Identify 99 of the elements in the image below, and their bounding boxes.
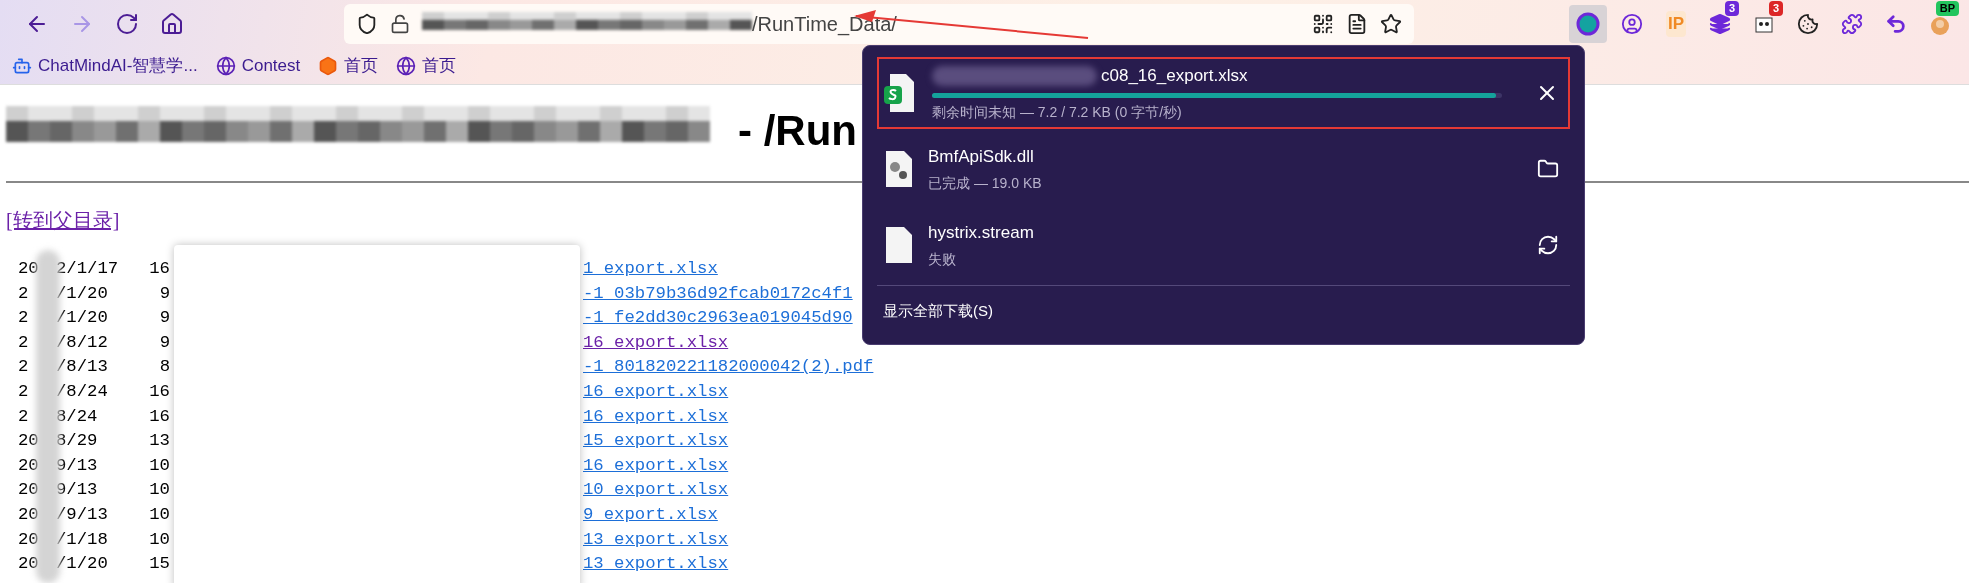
size-cell-text: 10 <box>148 503 170 526</box>
address-bar[interactable]: /RunTime_Data/ <box>344 4 1414 44</box>
bookmark-item[interactable]: 首页 <box>396 53 457 79</box>
download-status: 失败 <box>928 250 957 270</box>
download-item[interactable]: hystrix.stream 失败 <box>877 209 1570 281</box>
date-cell-text: 20 <box>17 454 40 477</box>
file-link[interactable]: 16_export.xlsx <box>583 453 729 479</box>
bookmark-label: 首页 <box>422 55 457 78</box>
file-name: c08_16_export.xlsx <box>932 63 1517 89</box>
date-cell-text: 2/1/17 <box>56 258 120 280</box>
date-cell-text: 2 <box>17 282 30 305</box>
ip-label: IP <box>1665 11 1687 37</box>
insecure-lock-icon <box>390 14 410 34</box>
settings-file-icon <box>884 149 914 189</box>
bookmark-label: ChatMindAI-智慧学... <box>38 55 198 78</box>
bookmark-label: 首页 <box>344 55 379 78</box>
date-cell-text: /8/13 <box>56 356 109 379</box>
puzzle-icon <box>1841 13 1863 35</box>
file-link[interactable]: 16_export.xlsx <box>583 330 729 356</box>
hexagon-icon <box>318 56 339 76</box>
file-link[interactable]: -1_801820221182000042(2).pdf <box>583 355 874 380</box>
date-cell-text: /8/12 <box>56 331 109 354</box>
size-cell-text: 10 <box>148 479 170 502</box>
download-item[interactable]: BmfApiSdk.dll 已完成 — 19.0 KB <box>877 133 1570 205</box>
size-cell-text: 9 <box>158 331 170 354</box>
date-cell-text: 20 <box>17 258 40 280</box>
date-cell-text: 20 <box>17 553 40 576</box>
file-link[interactable]: 15_export.xlsx <box>583 429 729 454</box>
size-cell-text: 15 <box>148 553 170 576</box>
size-cell-text: 13 <box>148 430 170 453</box>
reload-icon <box>114 12 139 36</box>
file-link[interactable]: 13_export.xlsx <box>583 552 729 577</box>
size-cell-text: 10 <box>148 528 170 551</box>
download-status: 已完成 — 19.0 KB <box>928 174 1043 194</box>
date-cell-text: 20 <box>17 430 40 453</box>
size-cell-text: 16 <box>148 405 170 428</box>
file-link[interactable]: 16_export.xlsx <box>583 379 729 405</box>
date-cell-text: /1/20 <box>56 307 109 330</box>
show-all-downloads-button[interactable]: 显示全部下载(S) <box>877 296 999 327</box>
date-cell-text: 2 <box>17 307 30 330</box>
date-cell-text: /8/24 <box>56 380 109 403</box>
file-link[interactable]: 16_export.xlsx <box>583 404 729 430</box>
date-cell-text: /1/18 <box>56 528 109 551</box>
bookmark-item[interactable]: 首页 <box>318 53 379 79</box>
cookie-icon <box>1797 13 1819 35</box>
parent-directory-link[interactable]: [转到父目录] <box>6 205 120 235</box>
date-cell-text: 2 <box>17 380 30 403</box>
page-heading: - /Run <box>738 105 857 156</box>
file-link[interactable]: -1_fe2dd30c2963ea019045d90 <box>583 306 853 331</box>
date-cell-text: 8/29 <box>56 430 99 453</box>
date-cell-text: 8/24 <box>56 405 99 428</box>
date-cell-text: /1/20 <box>56 553 109 576</box>
file-name: hystrix.stream <box>928 221 1035 244</box>
date-cell-text: 2 <box>17 331 30 354</box>
date-cell-text: 20 <box>17 479 40 502</box>
size-cell-text: 9 <box>158 282 170 305</box>
file-link[interactable]: 1_export.xlsx <box>583 257 718 282</box>
badge: 3 <box>1724 1 1739 16</box>
globe-icon <box>396 56 417 76</box>
bookmark-label: Contest <box>241 55 301 78</box>
download-status: 剩余时间未知 — 7.2 / 7.2 KB (0 字节/秒) <box>932 102 1183 122</box>
badge: BP <box>1935 1 1959 16</box>
bookmark-item[interactable]: ChatMindAI-智慧学... <box>12 53 198 79</box>
bookmark-star-icon[interactable] <box>1380 13 1402 35</box>
size-cell-text: 16 <box>148 258 170 280</box>
file-link[interactable]: 13_export.xlsx <box>583 527 729 553</box>
date-cell-text: 9/13 <box>56 454 99 477</box>
date-cell-text: /1/20 <box>56 282 109 305</box>
size-cell-text: 8 <box>158 356 170 379</box>
reader-view-icon[interactable] <box>1346 13 1368 35</box>
qr-code-icon[interactable] <box>1312 13 1334 35</box>
size-cell-text: 16 <box>148 380 170 403</box>
date-cell-text: 2 <box>17 405 30 428</box>
badge: 3 <box>1768 1 1783 16</box>
size-cell-text: 9 <box>158 307 170 330</box>
date-cell-text: 2 <box>17 356 30 379</box>
user-icon <box>1621 13 1643 35</box>
bookmark-item[interactable]: Contest <box>215 53 301 79</box>
robot-icon <box>12 56 32 76</box>
file-link[interactable]: 9_export.xlsx <box>583 502 718 528</box>
file-link[interactable]: 10_export.xlsx <box>583 478 729 503</box>
date-cell-text: 20 <box>17 528 40 551</box>
shield-icon <box>356 13 378 35</box>
circle-icon <box>1576 12 1600 36</box>
file-link[interactable]: -1_03b79b36d92fcab0172c4f1 <box>583 281 853 307</box>
url-text: /RunTime_Data/ <box>752 12 897 38</box>
globe-icon <box>215 56 236 76</box>
folder-icon <box>1537 158 1559 180</box>
home-icon <box>159 12 184 36</box>
file-name: BmfApiSdk.dll <box>928 145 1035 168</box>
size-cell-text: 10 <box>148 454 170 477</box>
date-cell-text: 9/13 <box>56 479 99 502</box>
undo-icon <box>1885 13 1907 35</box>
file-icon <box>884 225 914 265</box>
download-item[interactable]: c08_16_export.xlsx 剩余时间未知 — 7.2 / 7.2 KB (0 字节/秒) <box>877 57 1570 129</box>
date-cell-text: 20 <box>17 503 40 526</box>
date-cell-text: /9/13 <box>56 503 109 526</box>
layers-icon <box>1709 13 1731 35</box>
retry-icon <box>1537 234 1559 256</box>
